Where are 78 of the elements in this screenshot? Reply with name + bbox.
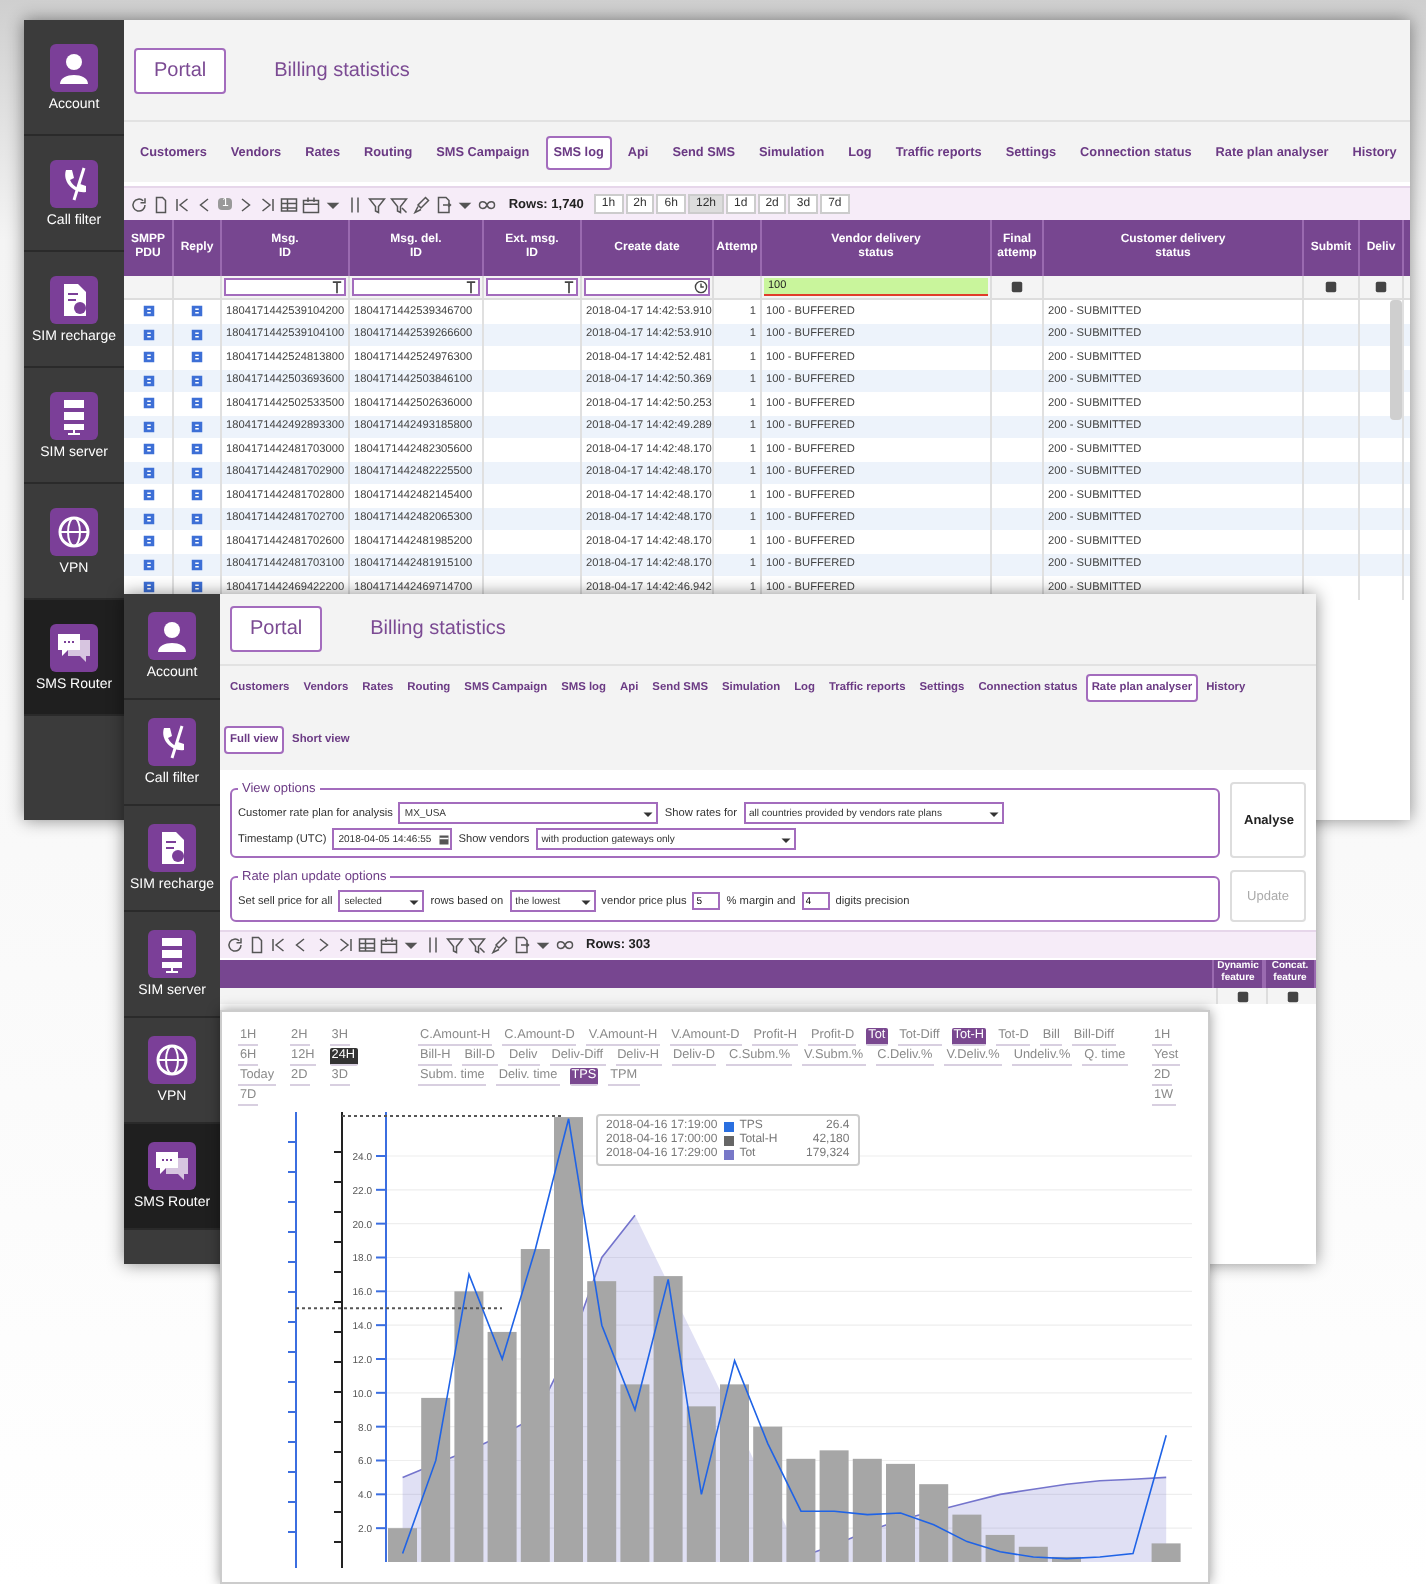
next-page-icon[interactable] (236, 195, 255, 213)
document-icon[interactable] (248, 936, 266, 954)
globe-icon (148, 1036, 196, 1084)
document-icon[interactable] (141, 350, 155, 365)
export-icon[interactable] (434, 195, 453, 213)
document-icon[interactable] (190, 442, 204, 457)
brush-icon[interactable] (490, 936, 508, 954)
chat-icon (148, 1142, 196, 1190)
previous-page-icon[interactable] (196, 195, 214, 213)
filter-field[interactable] (486, 278, 578, 296)
link-icon[interactable] (556, 936, 574, 954)
text-filter-icon (464, 280, 478, 294)
filter-icon[interactable] (368, 195, 387, 213)
document-icon[interactable] (141, 488, 155, 503)
next-page-icon[interactable] (314, 936, 332, 954)
document-icon[interactable] (141, 396, 155, 411)
refresh-icon[interactable] (226, 936, 244, 954)
filter-field[interactable] (584, 278, 710, 296)
person-icon (50, 43, 98, 91)
text-filter-icon (330, 280, 344, 294)
document-icon[interactable] (190, 304, 204, 319)
document-icon[interactable] (141, 442, 155, 457)
last-page-icon[interactable] (258, 195, 277, 213)
person-icon (148, 612, 196, 660)
scrollbar[interactable] (1390, 300, 1402, 420)
phone-icon (148, 718, 196, 766)
caret-icon (579, 895, 592, 907)
document-icon[interactable] (190, 580, 204, 595)
filter-field[interactable] (352, 278, 480, 296)
square-icon[interactable] (1285, 989, 1299, 1003)
export-icon[interactable] (512, 936, 530, 954)
calendar-icon (437, 833, 450, 845)
previous-page-icon[interactable] (292, 936, 310, 954)
columns-icon[interactable] (424, 936, 442, 954)
square-icon[interactable] (1374, 280, 1388, 294)
calendar-icon[interactable] (302, 195, 321, 213)
brush-icon[interactable] (412, 195, 431, 213)
document-icon[interactable] (141, 580, 155, 595)
square-icon[interactable] (1324, 280, 1338, 294)
header-tab[interactable]: Billing statistics (254, 47, 430, 93)
sim-card-icon (50, 275, 98, 323)
first-page-icon[interactable] (174, 195, 192, 213)
table-icon[interactable] (280, 195, 299, 213)
caret-icon (987, 807, 999, 819)
document-icon[interactable] (141, 534, 155, 549)
document-icon[interactable] (190, 488, 204, 503)
square-icon[interactable] (1010, 280, 1024, 294)
header-tab[interactable]: Portal (134, 47, 227, 93)
square-icon[interactable] (1235, 989, 1249, 1003)
filter-field[interactable] (224, 278, 346, 296)
text-filter-icon (562, 280, 576, 294)
caret-icon (642, 807, 655, 819)
chat-icon (50, 623, 98, 671)
refresh-icon[interactable] (130, 195, 148, 213)
clock-icon (694, 280, 708, 294)
first-page-icon[interactable] (270, 936, 288, 954)
filter-icon[interactable] (468, 936, 486, 954)
caret-icon (408, 895, 421, 907)
last-page-icon[interactable] (336, 936, 354, 954)
sim-card-icon (148, 824, 196, 872)
header-tab[interactable]: Portal (230, 606, 323, 652)
globe-icon (50, 507, 98, 555)
server-icon (148, 930, 196, 978)
document-icon[interactable] (190, 396, 204, 411)
document-icon[interactable] (141, 304, 155, 319)
header-tab[interactable]: Billing statistics (350, 606, 526, 652)
calendar-icon[interactable] (380, 936, 398, 954)
phone-icon (50, 159, 98, 207)
link-icon[interactable] (478, 195, 497, 213)
document-icon[interactable] (190, 350, 204, 365)
document-icon[interactable] (152, 195, 170, 213)
filter-icon[interactable] (390, 195, 409, 213)
columns-icon[interactable] (346, 195, 365, 213)
document-icon[interactable] (190, 534, 204, 549)
caret-icon (779, 833, 792, 845)
table-icon[interactable] (358, 936, 376, 954)
filter-icon[interactable] (446, 936, 464, 954)
server-icon (50, 391, 98, 439)
